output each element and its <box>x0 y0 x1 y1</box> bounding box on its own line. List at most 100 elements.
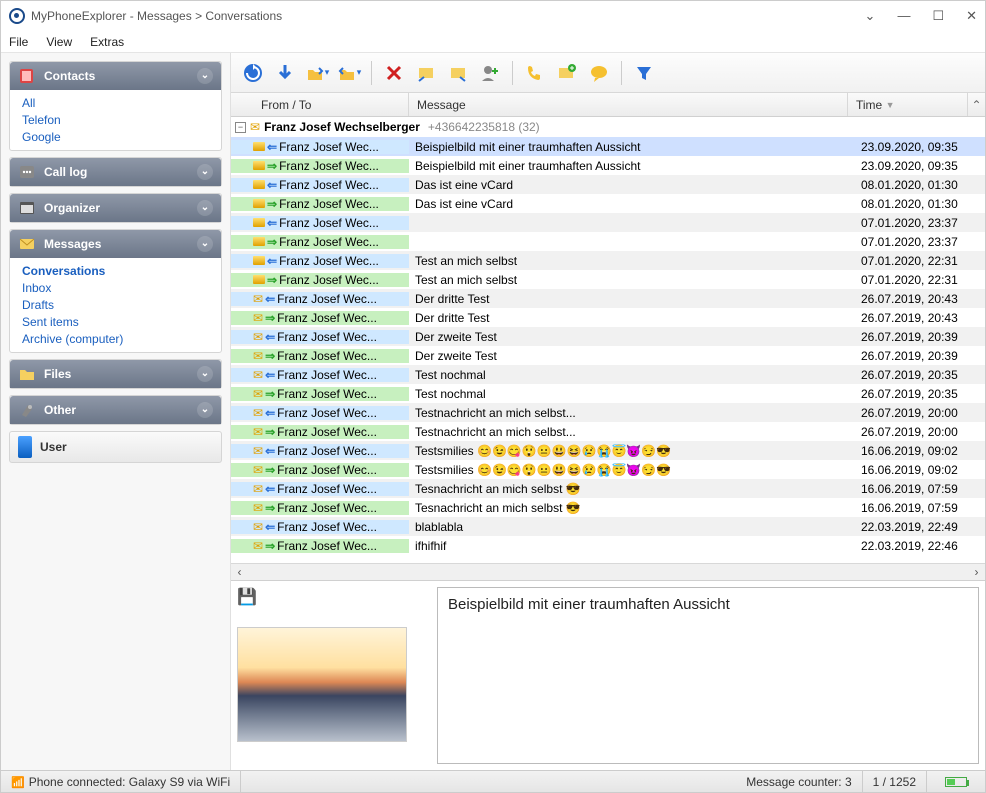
scroll-left-button[interactable]: ‹ <box>231 565 248 579</box>
message-row[interactable]: ⇐ Franz Josef Wec...blablabla22.03.2019,… <box>231 517 985 536</box>
message-row[interactable]: ⇐ Franz Josef Wec...Test an mich selbst0… <box>231 251 985 270</box>
card-icon <box>253 275 265 284</box>
sidebar-item[interactable]: Inbox <box>22 281 209 295</box>
chevron-down-icon: ⌄ <box>197 68 213 84</box>
minimize-button[interactable]: ― <box>897 8 910 24</box>
direction-icon: ⇒ <box>267 159 277 173</box>
sidebar-item[interactable]: Sent items <box>22 315 209 329</box>
message-list: From / To Message Time ▼ ⌃ − ✉ Franz Jos… <box>231 93 985 580</box>
sidebar-item[interactable]: Google <box>22 130 209 144</box>
maximize-button[interactable]: ☐ <box>932 8 944 24</box>
sidebar: Contacts ⌄ All Telefon Google Call log ⌄ O… <box>1 53 231 770</box>
card-icon <box>253 256 265 265</box>
sidebar-header-organizer[interactable]: Organizer ⌄ <box>10 194 221 222</box>
message-row[interactable]: ⇒ Franz Josef Wec...Testsmilies 😊😉😋😲😐😃😆😢… <box>231 460 985 479</box>
scroll-up-button[interactable]: ⌃ <box>968 98 985 112</box>
message-row[interactable]: ⇐ Franz Josef Wec...Das ist eine vCard08… <box>231 175 985 194</box>
sidebar-header-calllog[interactable]: Call log ⌄ <box>10 158 221 186</box>
add-contact-button[interactable] <box>476 59 504 87</box>
close-button[interactable]: ✕ <box>966 8 977 24</box>
sidebar-item[interactable]: Conversations <box>22 264 209 278</box>
main-area: ▾ ▾ From / To Message Time ▼ ⌃ − ✉ <box>231 53 985 770</box>
message-row[interactable]: ⇐ Franz Josef Wec...Testnachricht an mic… <box>231 403 985 422</box>
refresh-button[interactable] <box>239 59 267 87</box>
direction-icon: ⇒ <box>265 311 275 325</box>
column-from[interactable]: From / To <box>231 93 409 116</box>
card-icon <box>253 161 265 170</box>
message-time: 16.06.2019, 07:59 <box>855 501 985 515</box>
list-body[interactable]: − ✉ Franz Josef Wechselberger+4366422358… <box>231 117 985 563</box>
message-time: 26.07.2019, 20:35 <box>855 387 985 401</box>
sidebar-header-contacts[interactable]: Contacts ⌄ <box>10 62 221 90</box>
collapse-icon[interactable]: − <box>235 122 246 133</box>
menu-view[interactable]: View <box>46 35 72 49</box>
collapse-button[interactable]: ⌄ <box>865 8 876 24</box>
sidebar-item[interactable]: Telefon <box>22 113 209 127</box>
import-button[interactable]: ▾ <box>303 59 331 87</box>
message-text: blablabla <box>409 520 855 534</box>
reply-button[interactable] <box>412 59 440 87</box>
calllog-icon <box>18 163 36 181</box>
chevron-down-icon: ⌄ <box>197 236 213 252</box>
preview-text[interactable]: Beispielbild mit einer traumhaften Aussi… <box>437 587 979 764</box>
message-text: Test nochmal <box>409 387 855 401</box>
message-from: Franz Josef Wec... <box>279 159 379 173</box>
horizontal-scrollbar[interactable]: ‹ › <box>231 563 985 580</box>
envelope-icon <box>253 406 263 420</box>
message-row[interactable]: ⇐ Franz Josef Wec...07.01.2020, 23:37 <box>231 213 985 232</box>
chat-button[interactable] <box>585 59 613 87</box>
card-icon <box>253 218 265 227</box>
message-row[interactable]: ⇐ Franz Josef Wec...Der zweite Test26.07… <box>231 327 985 346</box>
delete-button[interactable] <box>380 59 408 87</box>
message-from: Franz Josef Wec... <box>277 349 377 363</box>
forward-button[interactable] <box>444 59 472 87</box>
chevron-down-icon: ⌄ <box>197 402 213 418</box>
attachment-thumbnail[interactable] <box>237 627 407 742</box>
sidebar-header-other[interactable]: Other ⌄ <box>10 396 221 424</box>
sidebar-user[interactable]: User <box>9 431 222 463</box>
message-row[interactable]: ⇒ Franz Josef Wec...ifhifhif22.03.2019, … <box>231 536 985 555</box>
message-row[interactable]: ⇒ Franz Josef Wec...Das ist eine vCard08… <box>231 194 985 213</box>
message-row[interactable]: ⇐ Franz Josef Wec...Tesnachricht an mich… <box>231 479 985 498</box>
direction-icon: ⇒ <box>265 539 275 553</box>
message-row[interactable]: ⇒ Franz Josef Wec...Beispielbild mit ein… <box>231 156 985 175</box>
call-button[interactable] <box>521 59 549 87</box>
save-attachment-button[interactable]: 💾 <box>237 587 427 607</box>
sidebar-header-files[interactable]: Files ⌄ <box>10 360 221 388</box>
message-from: Franz Josef Wec... <box>277 311 377 325</box>
message-text: Testsmilies 😊😉😋😲😐😃😆😢😭😇😈😏😎 <box>409 463 855 477</box>
message-row[interactable]: ⇐ Franz Josef Wec...Beispielbild mit ein… <box>231 137 985 156</box>
column-message[interactable]: Message <box>409 93 848 116</box>
message-row[interactable]: ⇒ Franz Josef Wec...Der zweite Test26.07… <box>231 346 985 365</box>
message-row[interactable]: ⇒ Franz Josef Wec...Der dritte Test26.07… <box>231 308 985 327</box>
direction-icon: ⇐ <box>267 140 277 154</box>
sidebar-item[interactable]: Archive (computer) <box>22 332 209 346</box>
column-time[interactable]: Time ▼ <box>848 93 968 116</box>
sidebar-item[interactable]: Drafts <box>22 298 209 312</box>
conversation-header[interactable]: − ✉ Franz Josef Wechselberger+4366422358… <box>231 117 985 137</box>
message-row[interactable]: ⇐ Franz Josef Wec...Testsmilies 😊😉😋😲😐😃😆😢… <box>231 441 985 460</box>
filter-button[interactable] <box>630 59 658 87</box>
message-row[interactable]: ⇒ Franz Josef Wec...Testnachricht an mic… <box>231 422 985 441</box>
message-row[interactable]: ⇒ Franz Josef Wec...Test nochmal26.07.20… <box>231 384 985 403</box>
new-message-button[interactable] <box>553 59 581 87</box>
export-button[interactable]: ▾ <box>335 59 363 87</box>
sidebar-header-messages[interactable]: Messages ⌄ <box>10 230 221 258</box>
message-row[interactable]: ⇒ Franz Josef Wec...Test an mich selbst0… <box>231 270 985 289</box>
menu-extras[interactable]: Extras <box>90 35 124 49</box>
scroll-right-button[interactable]: › <box>968 565 985 579</box>
envelope-icon <box>253 349 263 363</box>
message-from: Franz Josef Wec... <box>277 330 377 344</box>
menu-file[interactable]: File <box>9 35 28 49</box>
toolbar-separator <box>512 61 513 85</box>
message-row[interactable]: ⇒ Franz Josef Wec...Tesnachricht an mich… <box>231 498 985 517</box>
envelope-icon <box>253 425 263 439</box>
message-row[interactable]: ⇐ Franz Josef Wec...Test nochmal26.07.20… <box>231 365 985 384</box>
message-row[interactable]: ⇐ Franz Josef Wec...Der dritte Test26.07… <box>231 289 985 308</box>
message-row[interactable]: ⇒ Franz Josef Wec...07.01.2020, 23:37 <box>231 232 985 251</box>
download-button[interactable] <box>271 59 299 87</box>
direction-icon: ⇐ <box>265 406 275 420</box>
envelope-icon <box>253 539 263 553</box>
sidebar-item[interactable]: All <box>22 96 209 110</box>
envelope-icon <box>253 387 263 401</box>
